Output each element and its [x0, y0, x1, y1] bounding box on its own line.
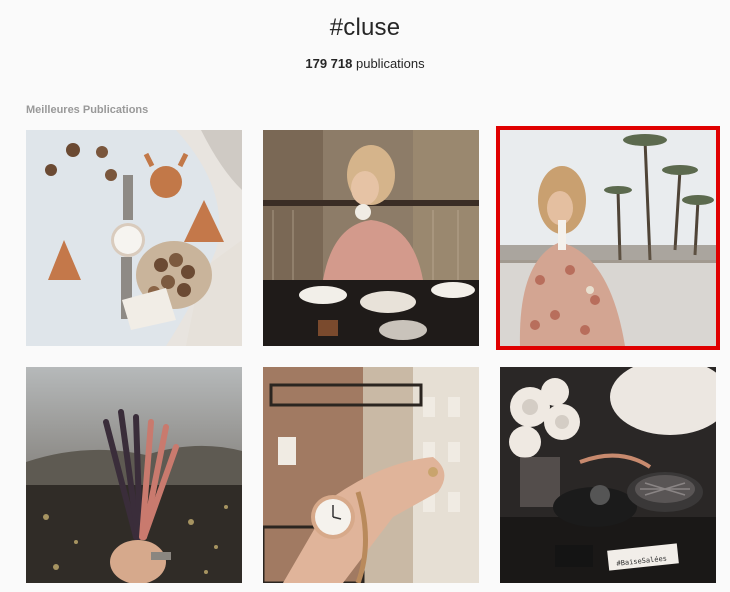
post-image-street — [263, 367, 479, 583]
section-title-top-posts: Meilleures Publications — [26, 104, 149, 116]
post-tile-3[interactable] — [496, 126, 720, 350]
post-count-number: 179 718 — [305, 56, 353, 71]
post-tile-2[interactable] — [263, 130, 479, 346]
post-count-label: publications — [355, 56, 425, 71]
post-tile-6[interactable]: #BaiseSalées — [500, 367, 716, 583]
post-image-palm — [500, 130, 716, 346]
post-image-flatlay — [26, 130, 242, 346]
hashtag-page: #cluse 179 718 publications Meilleures P… — [0, 0, 730, 592]
post-tile-4[interactable] — [26, 367, 242, 583]
post-count: 179 718 publications — [0, 56, 730, 71]
post-tile-1[interactable] — [26, 130, 242, 346]
post-image-lavender — [26, 367, 242, 583]
post-image-watch-box: #BaiseSalées — [500, 367, 716, 583]
post-tile-5[interactable] — [263, 367, 479, 583]
post-image-cafe — [263, 130, 479, 346]
hashtag-title: #cluse — [329, 14, 401, 41]
